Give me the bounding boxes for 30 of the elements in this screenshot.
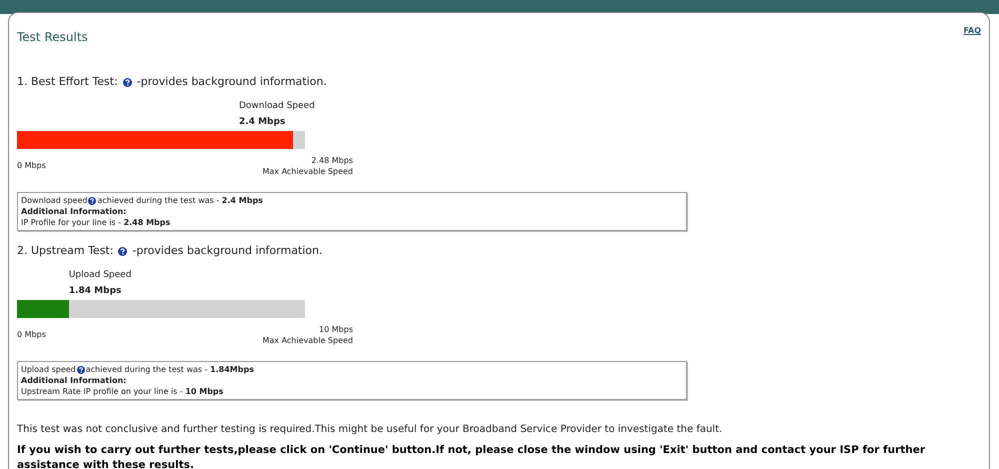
faq-link[interactable]: FAQ (963, 25, 981, 37)
info-text: achieved during the test was - 2.4 Mbps (97, 195, 263, 206)
speed-label: Download Speed (239, 100, 315, 113)
info-text: achieved during the test was - 1.84Mbps (86, 364, 254, 375)
info-detail: Upstream Rate IP profile on your line is - 10 Mbps (21, 386, 224, 397)
instruction-text: If you wish to carry out further tests,please click on 'Continue' button.If not, please close the window using 'Exit' button and contact your ISP for further assistance with these results. (17, 443, 926, 469)
max-speed-value: 2.48 Mbps (311, 155, 353, 166)
help-icon[interactable] (88, 196, 96, 204)
info-detail: IP Profile for your line is - 2.48 Mbps (21, 217, 170, 228)
test-description: -provides background information. (136, 74, 327, 90)
help-icon[interactable] (76, 366, 85, 374)
result-message: This test was not conclusive and further testing is required.This might be useful for your Broadband Service Provider to investigate the fault. (17, 423, 724, 437)
test-heading: 2. Upstream Test: (17, 242, 114, 259)
speed-label: Upload Speed (68, 269, 132, 282)
max-speed-label: Max Achievable Speed (262, 166, 353, 177)
help-icon[interactable] (122, 78, 132, 86)
info-heading: Additional Information: (21, 375, 126, 386)
page-title: Test Results (17, 29, 88, 46)
speed-value: 2.4 Mbps (239, 116, 286, 128)
info-heading: Additional Information: (21, 206, 126, 217)
max-speed-value: 10 Mbps (319, 324, 353, 335)
info-text: Upload speed (21, 364, 76, 375)
speed-value: 1.84 Mbps (68, 284, 122, 298)
min-speed-label: 0 Mbps (17, 160, 46, 172)
min-speed-label: 0 Mbps (17, 329, 46, 341)
max-speed-label: Max Achievable Speed (262, 335, 353, 346)
help-icon[interactable] (118, 246, 128, 256)
test-description: -provides background information. (132, 242, 322, 259)
info-text: Download speed (21, 195, 88, 206)
test-heading: 1. Best Effort Test: (17, 74, 118, 90)
